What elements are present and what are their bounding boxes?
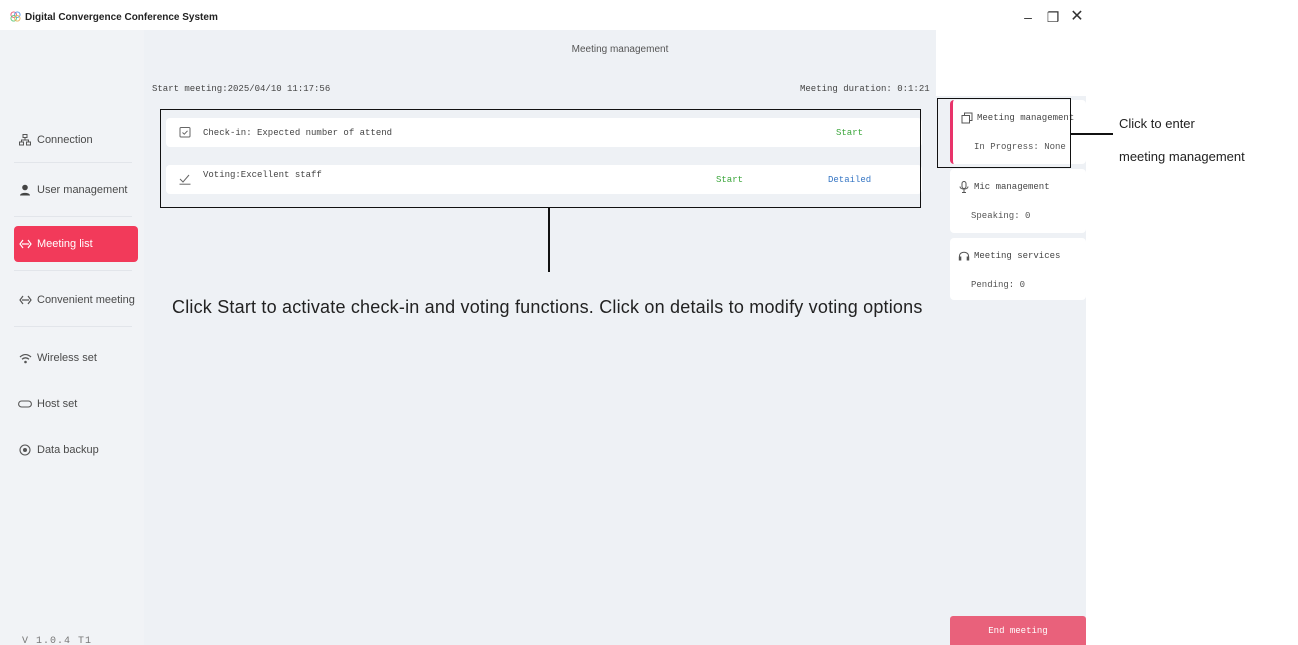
maximize-button[interactable]: ❐ (1043, 7, 1063, 27)
page-title: Meeting management (571, 44, 669, 55)
annotation-frame-rows (160, 109, 921, 208)
divider (14, 216, 132, 217)
right-panel: Meeting management In Progress: None Mic… (936, 96, 1086, 645)
sidebar: Connection User management Meeting list … (0, 30, 144, 645)
annotation-enter-line1: Click to enter (1119, 116, 1195, 131)
sidebar-item-wireless-set[interactable]: Wireless set (14, 340, 138, 376)
sidebar-item-label: Convenient meeting (37, 294, 135, 306)
network-icon (18, 133, 32, 147)
divider (14, 326, 132, 327)
sidebar-item-label: User management (37, 184, 128, 196)
divider (14, 270, 132, 271)
minimize-button[interactable]: – (1018, 7, 1038, 27)
meeting-list-icon (18, 237, 32, 251)
user-icon (18, 183, 32, 197)
backup-icon (18, 443, 32, 457)
sidebar-item-label: Data backup (37, 444, 99, 456)
app-logo-icon (10, 11, 21, 22)
pending-count: Pending: 0 (971, 280, 1026, 290)
mic-management-title: Mic management (958, 181, 1050, 193)
sidebar-item-label: Wireless set (37, 352, 97, 364)
start-time: Start meeting:2025/04/10 11:17:56 (152, 84, 331, 94)
sidebar-item-host-set[interactable]: Host set (14, 386, 138, 422)
annotation-start-note: Click Start to activate check-in and vot… (172, 297, 923, 317)
annotation-pointer-line-right (1071, 133, 1113, 135)
sidebar-item-label: Host set (37, 398, 78, 410)
card-title: Mic management (974, 182, 1050, 192)
sidebar-item-connection[interactable]: Connection (14, 122, 138, 158)
headset-icon (958, 251, 970, 261)
meeting-services-title: Meeting services (958, 250, 1060, 262)
annotation-enter-line2: meeting management (1119, 149, 1245, 164)
meeting-duration: Meeting duration: 0:1:21 (800, 84, 930, 94)
meeting-services-card[interactable]: Meeting services Pending: 0 (950, 238, 1086, 300)
sidebar-item-label: Connection (37, 134, 93, 146)
mic-icon (959, 181, 969, 193)
sidebar-item-label: Meeting list (37, 238, 93, 250)
title-bar: Digital Convergence Conference System – … (0, 0, 1086, 30)
sidebar-item-meeting-list[interactable]: Meeting list (14, 226, 138, 262)
sidebar-item-user-management[interactable]: User management (14, 172, 138, 208)
sidebar-item-data-backup[interactable]: Data backup (14, 432, 138, 468)
divider (14, 162, 132, 163)
speaking-count: Speaking: 0 (971, 211, 1031, 221)
end-meeting-button[interactable]: End meeting (950, 616, 1086, 645)
wifi-icon (18, 351, 32, 365)
sidebar-item-convenient-meeting[interactable]: Convenient meeting (14, 282, 138, 318)
window-title: Digital Convergence Conference System (25, 12, 218, 23)
convenient-meeting-icon (18, 293, 32, 307)
card-title: Meeting services (974, 251, 1061, 261)
annotation-pointer-line (548, 208, 550, 272)
close-button[interactable]: ✕ (1067, 7, 1087, 27)
annotation-frame-management (937, 98, 1071, 168)
host-icon (18, 397, 32, 411)
mic-management-card[interactable]: Mic management Speaking: 0 (950, 169, 1086, 233)
version-label: V 1.0.4 T1 (22, 636, 93, 645)
